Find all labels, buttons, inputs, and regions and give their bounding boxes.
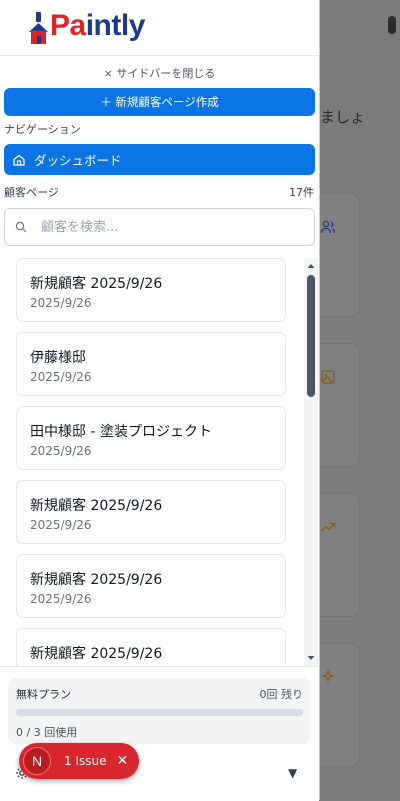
customer-date: 2025/9/26 [30,370,92,384]
customer-card[interactable]: 新規顧客 2025/9/26 2025/9/26 [16,480,286,544]
customer-title: 新規顧客 2025/9/26 [30,498,163,514]
customers-header: 顧客ページ 17件 [4,184,314,200]
customer-title: 新規顧客 2025/9/26 [30,646,163,662]
usage-progress-bar [16,709,303,716]
paintly-logo[interactable]: Paintly [28,6,145,46]
plan-name: 無料プラン [16,688,71,701]
customer-card[interactable]: 伊藤様邸 2025/9/26 [16,332,286,396]
customer-date: 2025/9/26 [30,592,92,606]
plan-remaining: 0回 残り [259,688,304,701]
plan-usage-panel: 無料プラン 0回 残り 0 / 3 回使用 [8,678,310,744]
plan-usage-text: 0 / 3 回使用 [16,726,78,739]
search-icon [15,221,27,233]
issue-label: 1 Issue [64,754,107,768]
customer-title: 新規顧客 2025/9/26 [30,572,163,588]
customers-count: 17件 [289,186,314,199]
issue-avatar: N [23,747,51,775]
house-brush-icon [29,12,48,44]
customer-date: 2025/9/26 [30,518,92,532]
search-input[interactable] [39,218,293,236]
sidebar: Paintly × サイドバーを閉じる ＋ 新規顧客ページ作成 ナビゲーション … [0,0,320,801]
chevron-down-icon[interactable]: ▼ [288,766,297,780]
dashboard-label: ダッシュボード [34,153,122,168]
scrollbar-thumb[interactable] [307,275,315,397]
customer-title: 伊藤様邸 [30,350,86,366]
customer-search [4,208,315,246]
background-heading-fragment: ましょ [320,108,366,126]
customer-card[interactable]: 新規顧客 2025/9/26 2025/9/26 [16,258,286,322]
customer-card[interactable]: 田中様邸 - 塗装プロジェクト 2025/9/26 [16,406,286,470]
users-icon [320,220,336,234]
customer-list-scrollbar[interactable] [304,258,318,666]
background-scrollbar [388,16,396,34]
customer-card[interactable]: 新規顧客 2025/9/26 [16,628,286,666]
customer-title: 新規顧客 2025/9/26 [30,276,163,292]
customer-date: 2025/9/26 [30,444,92,458]
trending-up-icon [321,522,336,532]
customer-date: 2025/9/26 [30,296,92,310]
close-icon[interactable]: ✕ [116,753,128,769]
new-customer-page-button[interactable]: ＋ 新規顧客ページ作成 [4,88,315,116]
scroll-up-arrow-icon[interactable] [306,261,316,271]
customer-title: 田中様邸 - 塗装プロジェクト [30,424,212,440]
nav-heading: ナビゲーション [4,123,81,136]
logo-wordmark: Paintly [50,9,145,42]
customers-heading: 顧客ページ [4,186,59,199]
customer-list: 新規顧客 2025/9/26 2025/9/26 伊藤様邸 2025/9/26 … [0,258,319,666]
customer-card[interactable]: 新規顧客 2025/9/26 2025/9/26 [16,554,286,618]
home-icon [13,154,25,166]
scroll-down-arrow-icon[interactable] [306,653,316,663]
logo-header: Paintly [0,0,319,56]
close-sidebar-button[interactable]: × サイドバーを閉じる [0,56,319,85]
sidebar-item-dashboard[interactable]: ダッシュボード [4,144,315,175]
sidebar-footer: 無料プラン 0回 残り 0 / 3 回使用 ▼ [0,666,319,801]
sparkles-icon [321,669,335,683]
issue-badge[interactable]: N 1 Issue ✕ [19,743,139,779]
image-icon [321,370,335,384]
